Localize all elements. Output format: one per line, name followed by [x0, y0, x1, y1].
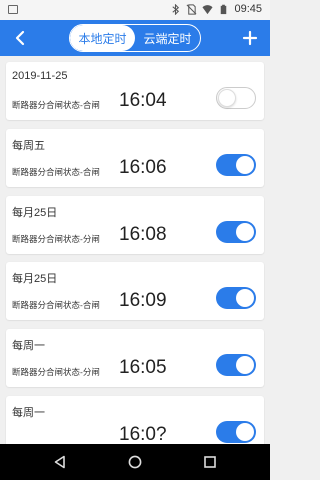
wifi-icon — [202, 4, 214, 14]
clock: 09:45 — [234, 3, 262, 15]
no-sim-icon — [187, 3, 197, 15]
nav-recents-button[interactable] — [200, 452, 220, 472]
timer-toggle[interactable] — [216, 421, 256, 443]
timer-time: 16:04 — [119, 90, 167, 111]
timer-list: 2019-11-25 断路器分合闸状态-合闸 16:04 每周五 断路器分合闸状… — [0, 56, 270, 444]
nav-back-button[interactable] — [50, 452, 70, 472]
timer-card[interactable]: 每周一 16:0? — [6, 396, 264, 444]
nav-home-button[interactable] — [125, 452, 145, 472]
toggle-knob — [236, 289, 254, 307]
timer-toggle[interactable] — [216, 221, 256, 243]
tab-cloud-timer[interactable]: 云端定时 — [135, 25, 200, 51]
add-timer-button[interactable] — [238, 26, 262, 50]
timer-card[interactable]: 每周一 断路器分合闸状态-分闸 16:05 — [6, 329, 264, 387]
timer-card[interactable]: 每周五 断路器分合闸状态-合闸 16:06 — [6, 129, 264, 187]
timer-time: 16:05 — [119, 357, 167, 378]
timer-card[interactable]: 每月25日 断路器分合闸状态-合闸 16:09 — [6, 262, 264, 320]
system-nav-bar — [0, 444, 270, 480]
circle-home-icon — [128, 455, 142, 469]
back-arrow-icon — [15, 30, 25, 46]
battery-icon — [221, 4, 227, 14]
status-icons: 09:45 — [170, 3, 262, 15]
timer-schedule: 每月25日 — [12, 207, 58, 219]
plus-icon — [242, 30, 258, 46]
status-bar: 09:45 — [0, 0, 270, 20]
timer-time: 16:08 — [119, 224, 167, 245]
square-recents-icon — [204, 456, 216, 468]
app-bar: 本地定时 云端定时 — [0, 20, 270, 56]
timer-schedule: 每周一 — [12, 340, 45, 352]
timer-card[interactable]: 每月25日 断路器分合闸状态-分闸 16:08 — [6, 196, 264, 254]
toggle-knob — [236, 156, 254, 174]
timer-action: 断路器分合闸状态-合闸 — [12, 100, 100, 110]
timer-toggle[interactable] — [216, 354, 256, 376]
timer-time: 16:0? — [119, 424, 167, 444]
toggle-knob — [236, 356, 254, 374]
timer-action: 断路器分合闸状态-合闸 — [12, 167, 100, 177]
timer-card[interactable]: 2019-11-25 断路器分合闸状态-合闸 16:04 — [6, 62, 264, 120]
toggle-knob — [236, 423, 254, 441]
timer-toggle[interactable] — [216, 87, 256, 109]
image-icon — [8, 5, 18, 14]
timer-schedule: 2019-11-25 — [12, 70, 68, 82]
timer-time: 16:06 — [119, 157, 167, 178]
toggle-knob — [236, 223, 254, 241]
timer-toggle[interactable] — [216, 154, 256, 176]
timer-schedule: 每周五 — [12, 140, 45, 152]
bluetooth-icon — [172, 3, 180, 15]
timer-toggle[interactable] — [216, 287, 256, 309]
timer-action: 断路器分合闸状态-合闸 — [12, 300, 100, 310]
tab-local-timer[interactable]: 本地定时 — [70, 25, 135, 51]
timer-schedule: 每月25日 — [12, 273, 58, 285]
timer-schedule: 每周一 — [12, 407, 45, 419]
back-button[interactable] — [8, 26, 32, 50]
timer-action: 断路器分合闸状态-分闸 — [12, 234, 100, 244]
toggle-knob — [218, 89, 236, 107]
timer-time: 16:09 — [119, 290, 167, 311]
timer-tabs: 本地定时 云端定时 — [69, 24, 201, 52]
triangle-back-icon — [54, 455, 65, 469]
timer-action: 断路器分合闸状态-分闸 — [12, 367, 100, 377]
